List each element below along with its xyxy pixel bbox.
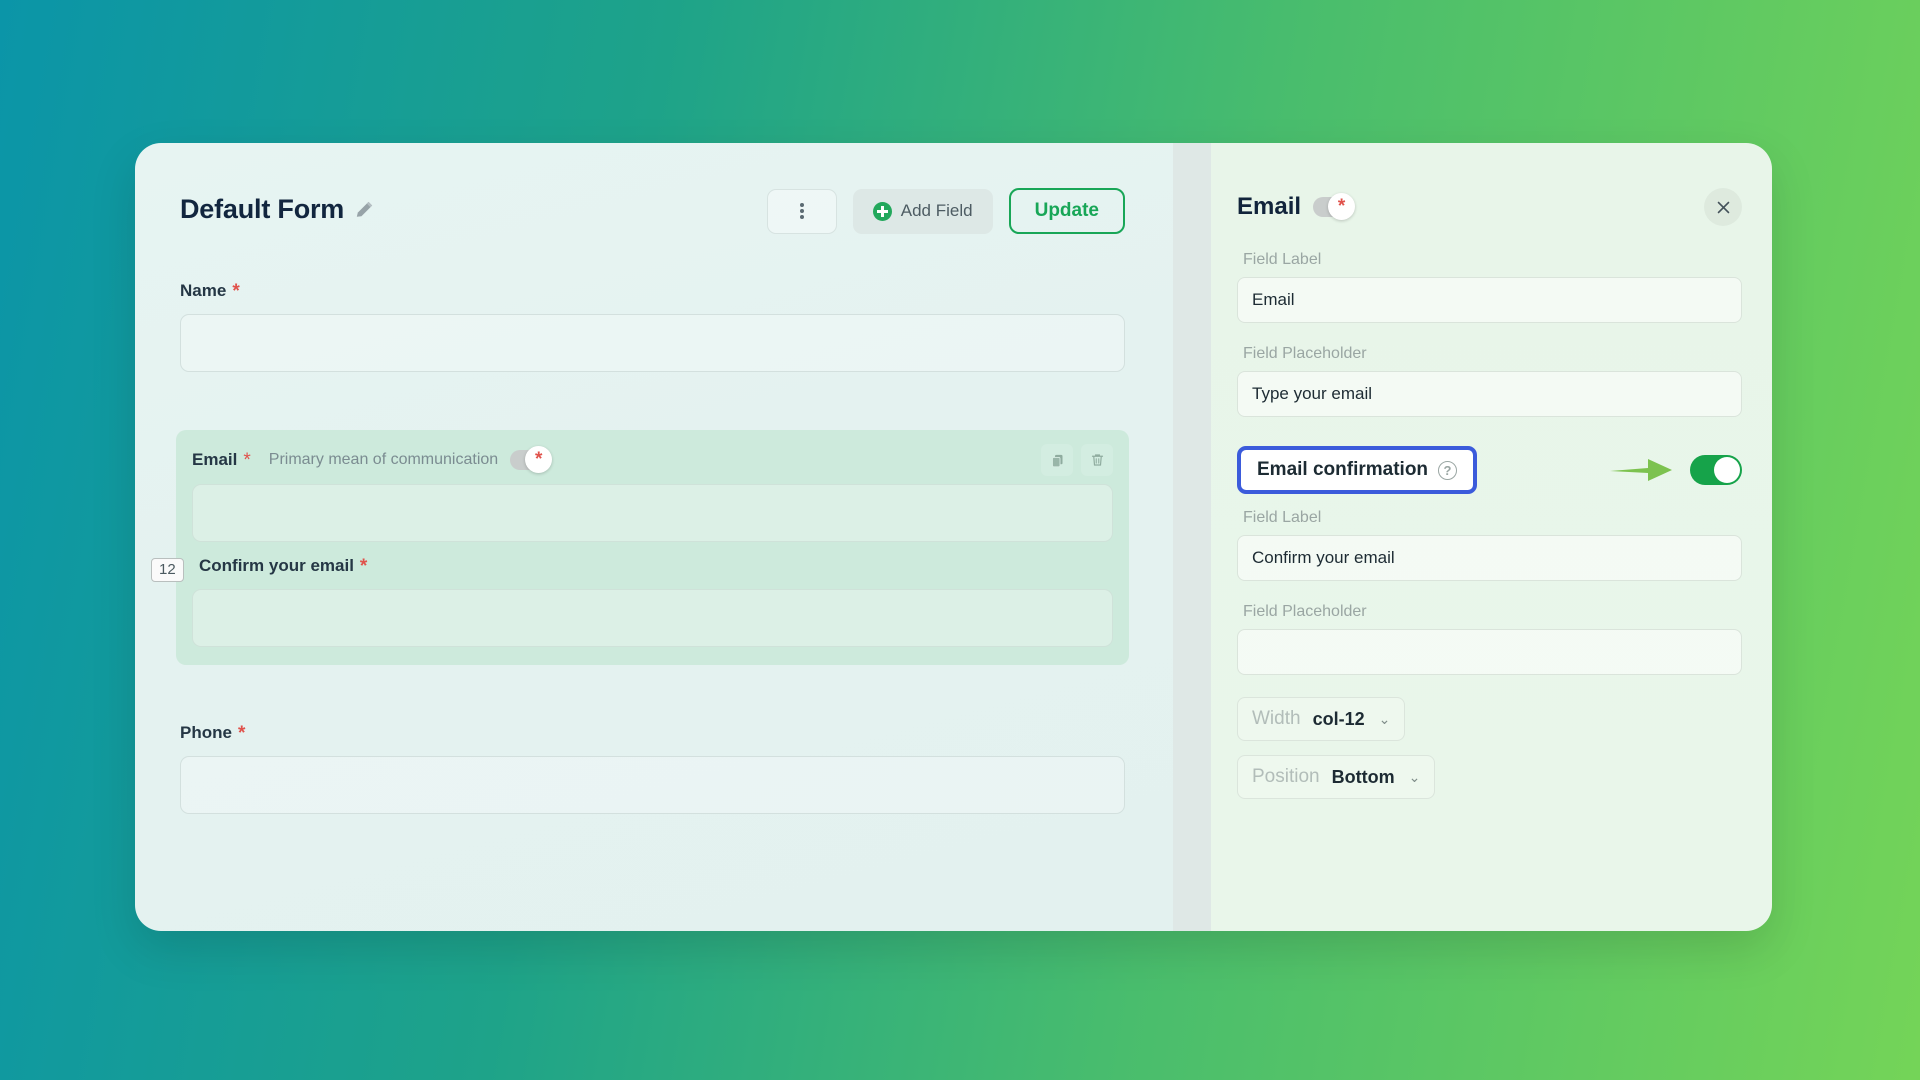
field-label-caption: Field Label [1243, 251, 1322, 268]
position-value: Bottom [1331, 766, 1395, 787]
builder-body: Name * 12 Email * Primary mean of commun… [135, 281, 1173, 814]
settings-header: Email * [1237, 185, 1742, 229]
toggle-knob [1714, 457, 1740, 483]
width-row: Width col-12 ⌄ [1237, 697, 1742, 741]
email-input[interactable] [192, 484, 1113, 542]
pencil-icon[interactable] [353, 197, 376, 228]
field-label-input[interactable]: Email [1237, 277, 1742, 323]
form-builder-pane: Default Form Add Field Update Name * 12 … [135, 143, 1173, 931]
toggle-knob-asterisk: * [525, 446, 553, 473]
kebab-menu-button[interactable] [766, 188, 837, 234]
close-icon[interactable] [1704, 188, 1742, 226]
width-value: col-12 [1312, 708, 1365, 729]
email-confirmation-toggle[interactable] [1690, 455, 1742, 485]
confirm-email-label: Confirm your email * [199, 556, 1113, 576]
toggle-knob-asterisk: * [1328, 193, 1356, 220]
email-confirmation-highlight[interactable]: Email confirmation ? [1237, 446, 1478, 494]
question-mark-icon[interactable]: ? [1438, 460, 1458, 480]
arrow-annotation-icon [1608, 453, 1674, 487]
phone-label-text: Phone [180, 723, 232, 742]
settings-required-toggle[interactable]: * [1313, 193, 1356, 220]
position-select[interactable]: Position Bottom ⌄ [1237, 755, 1436, 799]
column-width-badge: 12 [151, 558, 184, 583]
required-marker: * [359, 555, 368, 577]
pane-divider [1173, 143, 1211, 931]
kebab-dot [799, 215, 804, 219]
email-group-title: Email [192, 450, 238, 469]
chevron-down-icon: ⌄ [1378, 710, 1391, 727]
builder-header-actions: Add Field Update [766, 188, 1125, 234]
phone-input[interactable] [180, 756, 1125, 814]
email-confirmation-row: Email confirmation ? [1237, 443, 1742, 497]
builder-header: Default Form Add Field Update [135, 143, 1173, 239]
confirm-field-placeholder-caption: Field Placeholder [1243, 603, 1367, 620]
email-group-tools [1041, 444, 1113, 476]
form-title-text: Default Form [180, 194, 345, 224]
page-title: Default Form [180, 194, 376, 228]
field-placeholder-caption: Field Placeholder [1243, 345, 1367, 362]
name-input[interactable] [180, 314, 1125, 372]
confirm-field-placeholder-input[interactable] [1237, 629, 1742, 675]
kebab-dot [799, 203, 804, 207]
field-placeholder-input[interactable]: Type your email [1237, 371, 1742, 417]
required-marker: * [243, 449, 251, 471]
update-label: Update [1034, 200, 1099, 221]
email-field-group[interactable]: 12 Email * Primary mean of communication… [151, 430, 1129, 665]
add-field-button[interactable]: Add Field [852, 188, 993, 234]
email-group-subtitle: Primary mean of communication [268, 451, 499, 468]
width-select[interactable]: Width col-12 ⌄ [1237, 697, 1406, 741]
update-button[interactable]: Update [1008, 188, 1125, 234]
form-builder-card: Default Form Add Field Update Name * 12 … [135, 143, 1772, 931]
width-key: Width [1252, 708, 1301, 729]
required-marker: * [232, 280, 240, 302]
position-row: Position Bottom ⌄ [1237, 755, 1742, 799]
settings-title: Email [1237, 193, 1302, 220]
chevron-down-icon: ⌄ [1408, 768, 1421, 785]
kebab-dot [799, 209, 804, 213]
confirm-email-input[interactable] [192, 589, 1113, 647]
required-marker: * [237, 722, 246, 744]
copy-icon[interactable] [1041, 444, 1073, 476]
plus-circle-icon [872, 201, 892, 221]
position-key: Position [1252, 766, 1320, 787]
confirm-field-label-input[interactable]: Confirm your email [1237, 535, 1742, 581]
phone-field-label: Phone * [180, 723, 1125, 743]
email-required-toggle[interactable]: * [510, 446, 553, 473]
trash-icon[interactable] [1081, 444, 1113, 476]
email-confirmation-label: Email confirmation [1257, 459, 1429, 480]
name-field-label: Name * [180, 281, 1125, 301]
confirm-email-label-text: Confirm your email [199, 556, 354, 575]
add-field-label: Add Field [900, 201, 973, 220]
field-settings-pane: Email * Field Label Email Field Placehol… [1211, 143, 1772, 931]
email-group-header: Email * Primary mean of communication * [192, 444, 1113, 476]
name-label-text: Name [180, 281, 227, 300]
confirm-field-label-caption: Field Label [1243, 509, 1322, 526]
